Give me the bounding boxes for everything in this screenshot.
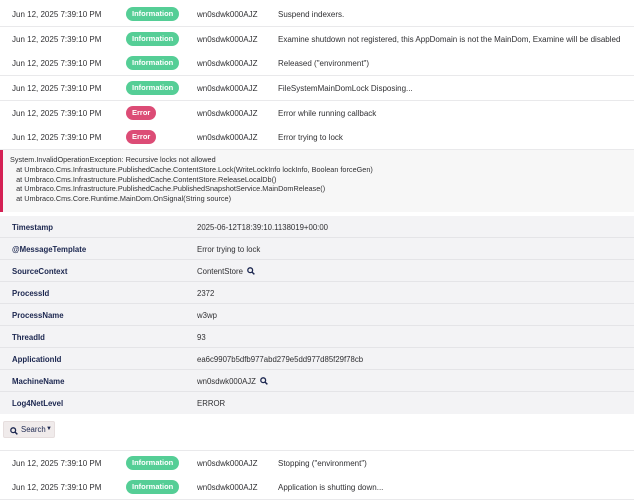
- log-timestamp: Jun 12, 2025 7:39:10 PM: [12, 10, 102, 19]
- log-message: Stopping ("environment"): [278, 459, 367, 468]
- property-row: SourceContext ContentStore: [0, 260, 634, 282]
- log-timestamp: Jun 12, 2025 7:39:10 PM: [12, 109, 102, 118]
- property-value: 2025-06-12T18:39:10.1138019+00:00: [197, 223, 329, 232]
- property-key: ThreadId: [12, 333, 45, 342]
- log-machine: wn0sdwk000AJZ: [197, 483, 258, 492]
- log-machine: wn0sdwk000AJZ: [197, 59, 258, 68]
- level-badge: Information: [126, 81, 180, 95]
- property-key: ProcessName: [12, 311, 64, 320]
- search-button[interactable]: Search ▼: [3, 421, 55, 438]
- log-timestamp: Jun 12, 2025 7:39:10 PM: [12, 483, 102, 492]
- property-row: Log4NetLevel ERROR: [0, 392, 634, 413]
- property-key: Log4NetLevel: [12, 399, 64, 408]
- property-key: Timestamp: [12, 223, 54, 232]
- exception-line: at Umbraco.Cms.Infrastructure.PublishedC…: [10, 184, 326, 194]
- log-timestamp: Jun 12, 2025 7:39:10 PM: [12, 84, 102, 93]
- property-row: ProcessId 2372: [0, 282, 634, 304]
- exception-line: at Umbraco.Cms.Infrastructure.PublishedC…: [10, 164, 373, 174]
- property-key: @MessageTemplate: [12, 245, 87, 254]
- log-row[interactable]: Jun 12, 2025 7:39:10 PM Information wn0s…: [0, 2, 634, 27]
- exception-line: at Umbraco.Cms.Core.Runtime.MainDom.OnSi…: [10, 194, 232, 204]
- property-key: ProcessId: [12, 289, 50, 298]
- exception-line: System.InvalidOperationException: Recurs…: [10, 155, 216, 164]
- log-message: Error while running callback: [278, 109, 377, 118]
- search-button-label: Search: [21, 425, 46, 434]
- property-value: 93: [197, 333, 206, 342]
- property-value-text: ContentStore: [197, 267, 243, 276]
- property-row: ThreadId 93: [0, 326, 634, 348]
- caret-down-icon: ▼: [46, 426, 52, 432]
- level-badge: Information: [126, 56, 180, 70]
- property-row: Timestamp 2025-06-12T18:39:10.1138019+00…: [0, 216, 634, 238]
- level-badge: Error: [126, 130, 157, 144]
- property-key: MachineName: [12, 377, 65, 386]
- log-timestamp: Jun 12, 2025 7:39:10 PM: [12, 59, 102, 68]
- property-value: Error trying to lock: [197, 245, 261, 254]
- log-row[interactable]: Jun 12, 2025 7:39:10 PM Error wn0sdwk000…: [0, 101, 634, 126]
- search-icon[interactable]: [260, 377, 268, 387]
- log-message: Error trying to lock: [278, 133, 343, 142]
- level-badge: Error: [126, 106, 157, 120]
- log-row[interactable]: Jun 12, 2025 7:39:10 PM Information wn0s…: [0, 51, 634, 76]
- property-value-text: wn0sdwk000AJZ: [197, 377, 256, 386]
- property-key: ApplicationId: [12, 355, 62, 364]
- property-row: ProcessName w3wp: [0, 304, 634, 326]
- property-value: wn0sdwk000AJZ: [197, 377, 268, 387]
- log-timestamp: Jun 12, 2025 7:39:10 PM: [12, 133, 102, 142]
- log-row[interactable]: Jun 12, 2025 7:39:10 PM Information wn0s…: [0, 27, 634, 52]
- log-timestamp: Jun 12, 2025 7:39:10 PM: [12, 459, 102, 468]
- property-value: ERROR: [197, 399, 226, 408]
- property-row: MachineName wn0sdwk000AJZ: [0, 370, 634, 392]
- property-value: w3wp: [197, 311, 217, 320]
- property-row: @MessageTemplate Error trying to lock: [0, 238, 634, 260]
- log-machine: wn0sdwk000AJZ: [197, 109, 258, 118]
- log-machine: wn0sdwk000AJZ: [197, 459, 258, 468]
- log-machine: wn0sdwk000AJZ: [197, 35, 258, 44]
- log-row-expanded[interactable]: Jun 12, 2025 7:39:10 PM Error wn0sdwk000…: [0, 125, 634, 150]
- level-badge: Information: [126, 480, 180, 494]
- property-key: SourceContext: [12, 267, 68, 276]
- log-message: Application is shutting down...: [278, 483, 384, 492]
- log-machine: wn0sdwk000AJZ: [197, 133, 258, 142]
- log-message: FileSystemMainDomLock Disposing...: [278, 84, 413, 93]
- level-badge: Information: [126, 7, 180, 21]
- log-row[interactable]: Jun 12, 2025 7:39:10 PM Information wn0s…: [0, 450, 634, 476]
- log-timestamp: Jun 12, 2025 7:39:10 PM: [12, 35, 102, 44]
- exception-stacktrace: System.InvalidOperationException: Recurs…: [0, 150, 634, 212]
- property-row: ApplicationId ea6c9907b5dfb977abd279e5dd…: [0, 348, 634, 370]
- log-machine: wn0sdwk000AJZ: [197, 10, 258, 19]
- level-badge: Information: [126, 456, 180, 470]
- log-properties: Timestamp 2025-06-12T18:39:10.1138019+00…: [0, 216, 634, 414]
- property-value: 2372: [197, 289, 215, 298]
- search-icon: [10, 425, 18, 440]
- log-row[interactable]: Jun 12, 2025 7:39:10 PM Information wn0s…: [0, 475, 634, 500]
- property-value: ContentStore: [197, 267, 255, 277]
- log-machine: wn0sdwk000AJZ: [197, 84, 258, 93]
- log-row[interactable]: Jun 12, 2025 7:39:10 PM Information wn0s…: [0, 76, 634, 101]
- search-icon[interactable]: [247, 267, 255, 277]
- log-message: Examine shutdown not registered, this Ap…: [278, 35, 621, 44]
- property-value: ea6c9907b5dfb977abd279e5dd977d85f29f78cb: [197, 355, 364, 364]
- log-message: Suspend indexers.: [278, 10, 345, 19]
- level-badge: Information: [126, 32, 180, 46]
- log-message: Released ("environment"): [278, 59, 370, 68]
- exception-line: at Umbraco.Cms.Infrastructure.PublishedC…: [10, 174, 277, 184]
